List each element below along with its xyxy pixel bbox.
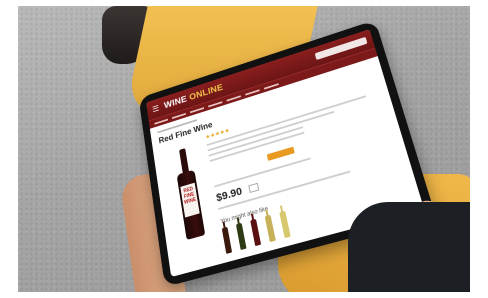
- product-bottle-image: RED FINE WINE: [173, 147, 206, 241]
- related-wine-bottle[interactable]: [279, 210, 291, 239]
- bottle-body: RED FINE WINE: [176, 169, 206, 241]
- photo-scene: ☰ WINE ONLINE Red Fine Wine RED FINE WIN…: [18, 6, 470, 292]
- related-wine-bottle[interactable]: [235, 222, 247, 251]
- add-to-cart-button[interactable]: [266, 146, 295, 161]
- bottle-label: RED FINE WINE: [180, 182, 200, 218]
- bottle-neck: [178, 148, 189, 174]
- related-wine-bottle[interactable]: [264, 214, 276, 243]
- related-wine-bottle[interactable]: [221, 226, 233, 254]
- dark-sleeve: [348, 202, 470, 292]
- related-wine-bottle[interactable]: [250, 218, 262, 247]
- hamburger-menu-icon[interactable]: ☰: [152, 103, 160, 113]
- quantity-stepper[interactable]: [247, 182, 259, 194]
